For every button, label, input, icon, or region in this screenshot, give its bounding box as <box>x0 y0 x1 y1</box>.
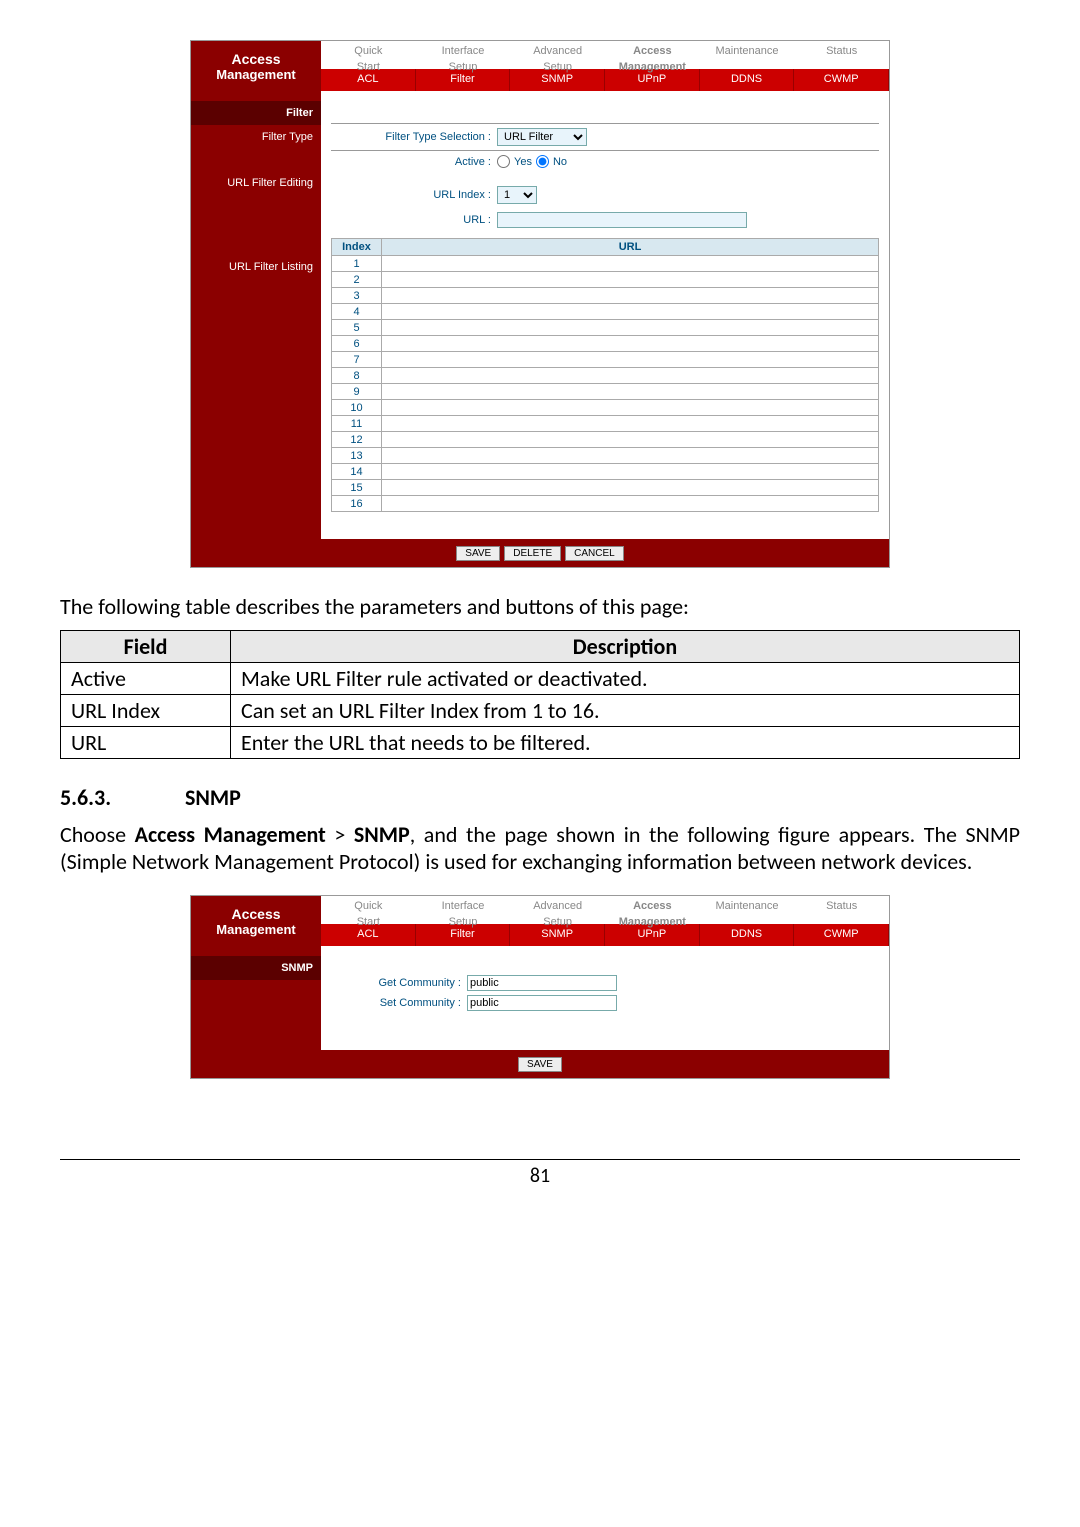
sidebar-title: Access Management <box>191 41 321 91</box>
sub-nav-item[interactable]: Filter <box>416 924 511 946</box>
sub-nav: ACLFilterSNMPUPnPDDNSCWMP <box>321 69 889 91</box>
top-nav-item[interactable]: QuickStart <box>321 41 416 69</box>
table-row: 3 <box>332 288 879 304</box>
top-nav-item[interactable]: InterfaceSetup <box>416 41 511 69</box>
table-row: 4 <box>332 304 879 320</box>
url-index-label: URL Index : <box>371 189 491 201</box>
table-row: 15 <box>332 480 879 496</box>
filter-type-label: Filter Type <box>191 125 321 149</box>
sub-nav-item[interactable]: SNMP <box>510 924 605 946</box>
active-no-text: No <box>553 156 567 168</box>
filter-type-select[interactable]: URL Filter <box>497 128 587 146</box>
top-nav: QuickStartInterfaceSetupAdvancedSetupAcc… <box>321 41 889 69</box>
intro-text: The following table describes the parame… <box>60 593 1020 620</box>
sub-nav-item[interactable]: SNMP <box>510 69 605 91</box>
sub-nav-item[interactable]: DDNS <box>700 924 795 946</box>
top-nav-2: QuickStartInterfaceSetupAdvancedSetupAcc… <box>321 896 889 924</box>
sub-nav-item[interactable]: DDNS <box>700 69 795 91</box>
parameter-table: Field Description ActiveMake URL Filter … <box>60 630 1020 759</box>
table-row: 9 <box>332 384 879 400</box>
top-nav-item[interactable]: InterfaceSetup <box>416 896 511 924</box>
set-community-input[interactable] <box>467 995 617 1011</box>
sub-nav-item[interactable]: UPnP <box>605 69 700 91</box>
sub-nav-2: ACLFilterSNMPUPnPDDNSCWMP <box>321 924 889 946</box>
top-nav-item[interactable]: Maintenance <box>700 896 795 924</box>
url-input[interactable] <box>497 212 747 228</box>
table-row: 16 <box>332 496 879 512</box>
table-row: 7 <box>332 352 879 368</box>
table-row: 2 <box>332 272 879 288</box>
top-nav-item[interactable]: Maintenance <box>700 41 795 69</box>
active-yes-text: Yes <box>514 156 532 168</box>
sidebar-title-line2: Management <box>195 67 317 82</box>
section-title: SNMP <box>185 784 241 811</box>
page-number: 81 <box>60 1159 1020 1188</box>
table-row: 13 <box>332 448 879 464</box>
top-nav-item[interactable]: Status <box>794 41 889 69</box>
filter-type-selection-label: Filter Type Selection : <box>371 131 491 143</box>
table-row: 12 <box>332 432 879 448</box>
table-row: URL IndexCan set an URL Filter Index fro… <box>61 695 1020 727</box>
sidebar-title-line1: Access <box>195 51 317 67</box>
description-header: Description <box>231 631 1020 663</box>
url-filter-editing-label: URL Filter Editing <box>191 171 321 195</box>
url-header: URL <box>382 239 879 256</box>
section-heading: 5.6.3. SNMP <box>60 784 1020 811</box>
get-community-input[interactable] <box>467 975 617 991</box>
sub-nav-item[interactable]: CWMP <box>794 924 889 946</box>
sub-nav-item[interactable]: ACL <box>321 924 416 946</box>
bottom-bar-2: SAVE <box>191 1050 889 1078</box>
table-row: 8 <box>332 368 879 384</box>
top-nav-item[interactable]: AccessManagement <box>605 896 700 924</box>
delete-button[interactable]: DELETE <box>504 546 561 561</box>
get-community-label: Get Community : <box>361 977 461 989</box>
table-row: 6 <box>332 336 879 352</box>
table-row: 5 <box>332 320 879 336</box>
left-column: Filter Filter Type URL Filter Editing UR… <box>191 101 321 539</box>
section-number: 5.6.3. <box>60 784 180 811</box>
sidebar-title2-line2: Management <box>195 922 317 937</box>
table-row: ActiveMake URL Filter rule activated or … <box>61 663 1020 695</box>
save-button-2[interactable]: SAVE <box>518 1057 562 1072</box>
url-listing-table: Index URL 12345678910111213141516 <box>331 238 879 512</box>
cancel-button[interactable]: CANCEL <box>565 546 624 561</box>
url-filter-listing-label: URL Filter Listing <box>191 255 321 279</box>
set-community-label: Set Community : <box>361 997 461 1009</box>
sub-nav-item[interactable]: CWMP <box>794 69 889 91</box>
table-row: 1 <box>332 256 879 272</box>
sub-nav-item[interactable]: Filter <box>416 69 511 91</box>
snmp-screenshot: Access Management QuickStartInterfaceSet… <box>190 895 890 1079</box>
table-row: 10 <box>332 400 879 416</box>
active-yes-radio[interactable] <box>497 155 510 168</box>
filter-section-label: Filter <box>191 101 321 125</box>
sub-nav-item[interactable]: UPnP <box>605 924 700 946</box>
url-label: URL : <box>371 214 491 226</box>
sub-nav-item[interactable]: ACL <box>321 69 416 91</box>
url-index-select[interactable]: 1 <box>497 186 537 204</box>
top-nav-item[interactable]: Status <box>794 896 889 924</box>
active-no-radio[interactable] <box>536 155 549 168</box>
section-paragraph: Choose Access Management > SNMP, and the… <box>60 821 1020 875</box>
top-nav-item[interactable]: AccessManagement <box>605 41 700 69</box>
table-row: URLEnter the URL that needs to be filter… <box>61 727 1020 759</box>
save-button[interactable]: SAVE <box>456 546 500 561</box>
sidebar-title2-line1: Access <box>195 906 317 922</box>
sidebar-title-2: Access Management <box>191 896 321 946</box>
table-row: 11 <box>332 416 879 432</box>
top-nav-item[interactable]: QuickStart <box>321 896 416 924</box>
bottom-bar: SAVE DELETE CANCEL <box>191 539 889 567</box>
url-filter-screenshot: Access Management QuickStartInterfaceSet… <box>190 40 890 568</box>
index-header: Index <box>332 239 382 256</box>
table-row: 14 <box>332 464 879 480</box>
snmp-section-label: SNMP <box>191 956 321 980</box>
active-label: Active : <box>371 156 491 168</box>
top-nav-item[interactable]: AdvancedSetup <box>510 896 605 924</box>
left-column-2: SNMP <box>191 956 321 1050</box>
field-header: Field <box>61 631 231 663</box>
top-nav-item[interactable]: AdvancedSetup <box>510 41 605 69</box>
